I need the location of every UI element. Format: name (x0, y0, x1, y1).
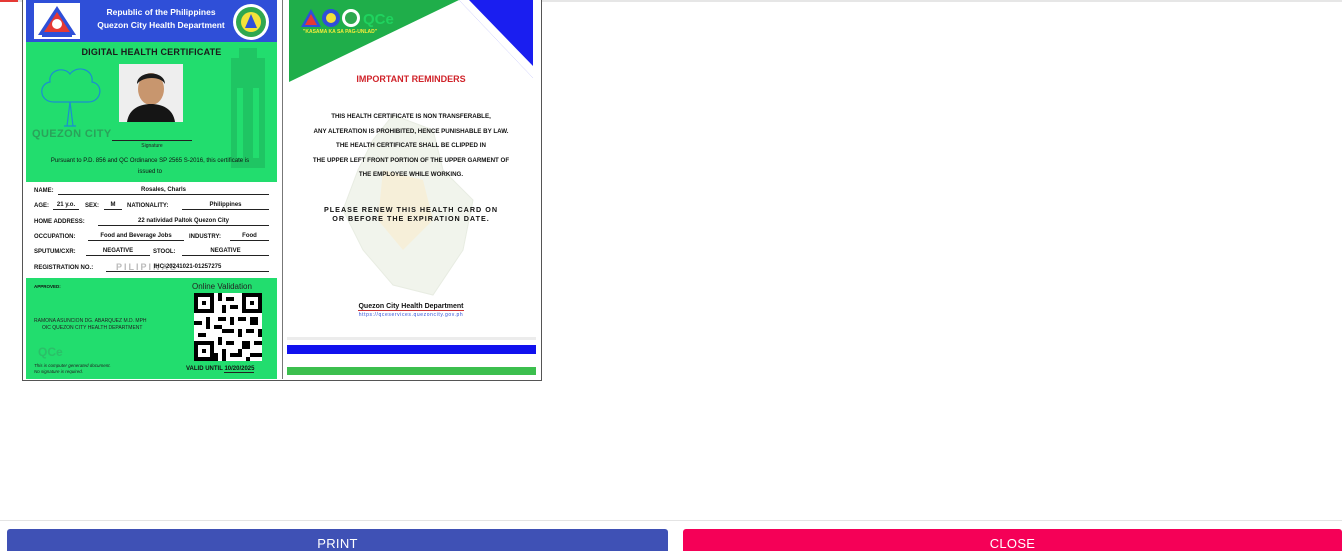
registration-label: REGISTRATION NO.: (34, 265, 94, 271)
rule-1: THIS HEALTH CERTIFICATE IS NON TRANSFERA… (331, 113, 491, 120)
sputum-label: SPUTUM/CXR: (34, 249, 76, 255)
qce-logo: QCe (38, 345, 63, 359)
footer-divider (0, 520, 1342, 521)
back-logos-icon: QCe (301, 9, 394, 28)
rule-5: THE EMPLOYEE WHILE WORKING. (358, 171, 464, 179)
front-footer: APPROVED: RAMONA ASUNCION DG. ABARQUEZ M… (26, 278, 277, 379)
occupation-value: Food and Beverage Jobs (88, 232, 184, 241)
department-name: Quezon City Health Department (283, 303, 539, 311)
quezon-city-wordmark: QUEZON CITY (32, 128, 112, 140)
health-certificate-preview: Republic of the Philippines Quezon City … (22, 0, 542, 381)
pursuant-text: Pursuant to P.D. 856 and QC Ordinance SP… (50, 158, 250, 175)
rule-3: THE HEALTH CERTIFICATE SHALL BE CLIPPED … (336, 142, 486, 150)
name-label: NAME: (34, 188, 54, 194)
motto-text: "KASAMA KA SA PAG-UNLAD" (303, 29, 378, 35)
renew-notice: PLEASE RENEW THIS HEALTH CARD ON OR BEFO… (283, 205, 539, 223)
age-label: AGE: (34, 203, 49, 209)
industry-value: Food (230, 232, 269, 241)
address-value: 22 natividad Paltok Quezon City (98, 217, 269, 226)
tree-outline-icon (41, 68, 101, 127)
sex-label: SEX: (85, 203, 100, 209)
renew-line-1: PLEASE RENEW THIS HEALTH CARD ON (323, 205, 499, 214)
rule-4: THE UPPER LEFT FRONT PORTION OF THE UPPE… (312, 156, 510, 164)
print-button[interactable]: PRINT (7, 529, 668, 551)
quezon-city-seal-icon (233, 4, 269, 40)
signature-label: Signature (141, 143, 163, 149)
disclaimer: This is computer generated document. No … (34, 363, 111, 375)
back-qce-logo: QCe (363, 11, 394, 28)
grey-stripe (287, 337, 536, 340)
valid-until-label: VALID UNTIL (186, 366, 223, 372)
approver-block: RAMONA ASUNCION DG. ABARQUEZ M.D. MPH OI… (34, 318, 184, 332)
stool-label: STOOL: (153, 249, 176, 255)
stool-value: NEGATIVE (182, 247, 269, 256)
valid-until-date: 10/20/2025 (224, 366, 255, 373)
name-row: NAME: (34, 188, 54, 194)
department-url: https://qceservices.quezoncity.gov.ph (358, 312, 464, 318)
certificate-front: Republic of the Philippines Quezon City … (26, 0, 277, 379)
front-header: Republic of the Philippines Quezon City … (26, 0, 277, 42)
monument-watermark-icon (231, 48, 265, 168)
name-value: Rosales, Charls (58, 186, 269, 195)
blue-stripe (287, 345, 536, 354)
department-name-text: Quezon City Health Department (358, 303, 464, 311)
holder-info-panel: PILIPINAS NAME: Rosales, Charls AGE: 21 … (26, 182, 277, 278)
nationality-value: Philippines (182, 201, 269, 210)
person-photo-icon (119, 64, 183, 122)
certificate-back: QCe "KASAMA KA SA PAG-UNLAD" IMPORTANT R… (282, 0, 539, 379)
philippine-seal-logo-icon (34, 3, 80, 39)
holder-photo (119, 64, 183, 122)
approver-name: RAMONA ASUNCION DG. ABARQUEZ M.D. MPH (34, 318, 147, 324)
qr-code-icon[interactable] (194, 293, 262, 361)
reminders-title: IMPORTANT REMINDERS (356, 74, 466, 84)
header-country: Republic of the Philippines (106, 7, 216, 17)
validity: VALID UNTIL 10/20/2025 (186, 366, 255, 373)
age-value: 21 y.o. (53, 201, 79, 210)
rule-2: ANY ALTERATION IS PROHIBITED, HENCE PUNI… (313, 127, 509, 135)
industry-label: INDUSTRY: (189, 234, 221, 240)
occupation-label: OCCUPATION: (34, 234, 76, 240)
approved-label: APPROVED: (34, 284, 61, 289)
age-row: AGE: (34, 203, 49, 209)
header-department: Quezon City Health Department (97, 20, 225, 30)
signature-line (112, 140, 192, 141)
renew-line-2: OR BEFORE THE EXPIRATION DATE. (332, 214, 490, 223)
online-validation-label: Online Validation (192, 282, 252, 291)
reminder-rules: THIS HEALTH CERTIFICATE IS NON TRANSFERA… (283, 110, 539, 183)
close-button[interactable]: CLOSE (683, 529, 1342, 551)
nationality-label: NATIONALITY: (127, 203, 169, 209)
green-stripe (287, 367, 536, 375)
sputum-value: NEGATIVE (86, 247, 150, 256)
address-label: HOME ADDRESS: (34, 219, 85, 225)
sex-value: M (104, 201, 122, 210)
disclaimer-line-2: No signature is required. (34, 369, 84, 374)
registration-value: IHC-20241021-01257275 (106, 263, 269, 272)
approver-title: OIC QUEZON CITY HEALTH DEPARTMENT (42, 325, 143, 331)
